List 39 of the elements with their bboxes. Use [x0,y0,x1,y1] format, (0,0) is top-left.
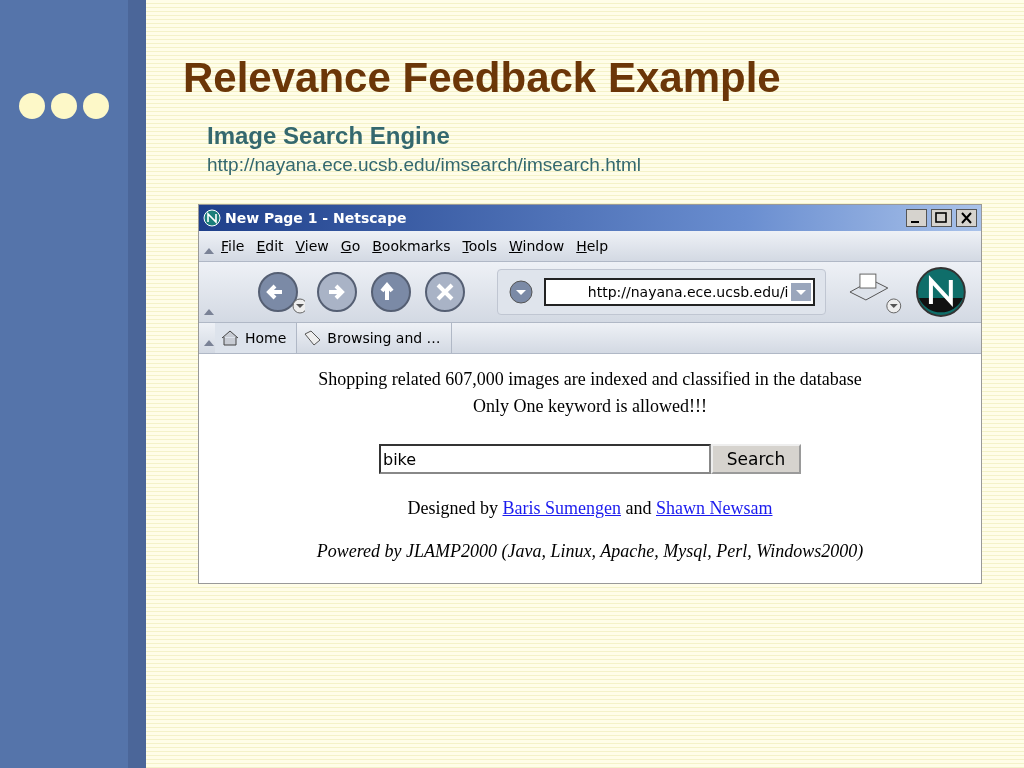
dropdown-icon[interactable] [507,279,534,305]
close-button[interactable] [956,209,977,227]
search-field[interactable]: bike [379,444,711,474]
menu-item[interactable]: File [215,238,251,254]
search-button[interactable]: Search [711,444,801,474]
netscape-logo-icon[interactable] [915,266,967,318]
window-title: New Page 1 - Netscape [225,210,408,226]
bookmark-icon [303,330,322,346]
slide-title: Relevance Feedback Example [183,53,782,103]
grip-icon[interactable] [203,308,215,316]
address-field[interactable]: http://nayana.ece.ucsb.edu/i [543,278,815,306]
home-icon [221,330,239,346]
menu-item[interactable]: Help [570,238,615,254]
subtitle: Image Search Engine [207,122,451,150]
powered-by-text: Powered by JLAMP2000 (Java, Linux, Apache, Mysql, Perl, Windows2000) [316,541,864,562]
maximize-button[interactable] [931,209,952,227]
netscape-logo-icon [203,209,221,227]
menu-item[interactable]: Tools [456,238,503,254]
info-text: Shopping related 607,000 images are indexed and classified in the database [318,368,862,391]
grip-icon[interactable] [203,339,215,347]
dots-icon [18,92,110,120]
bookmark-item[interactable]: Browsing and … [297,323,452,353]
info-text: Only One keyword is allowed!!! [473,395,707,418]
bookmark-item[interactable]: Home [215,323,298,353]
menu-item[interactable]: View [289,238,335,254]
minimize-button[interactable] [906,209,927,227]
up-arrow-button[interactable] [368,270,413,314]
menu-item[interactable]: Edit [250,238,290,254]
stop-button[interactable] [422,270,467,314]
menu-item[interactable]: Window [503,238,571,254]
author-link[interactable]: Shawn Newsam [656,498,773,518]
menu-item[interactable]: Bookmarks [366,238,457,254]
grip-icon[interactable] [203,247,215,255]
url-text: http://nayana.ece.ucsb.edu/imsearch/imsearch.html [207,154,643,176]
author-link[interactable]: Baris Sumengen [502,498,621,518]
address-text: http://nayana.ece.ucsb.edu/i [587,284,789,300]
forward-button[interactable] [314,270,359,314]
credits-text: Designed by Baris Sumengen and Shawn Newsam [407,498,773,519]
menu-item[interactable]: Go [334,238,367,254]
